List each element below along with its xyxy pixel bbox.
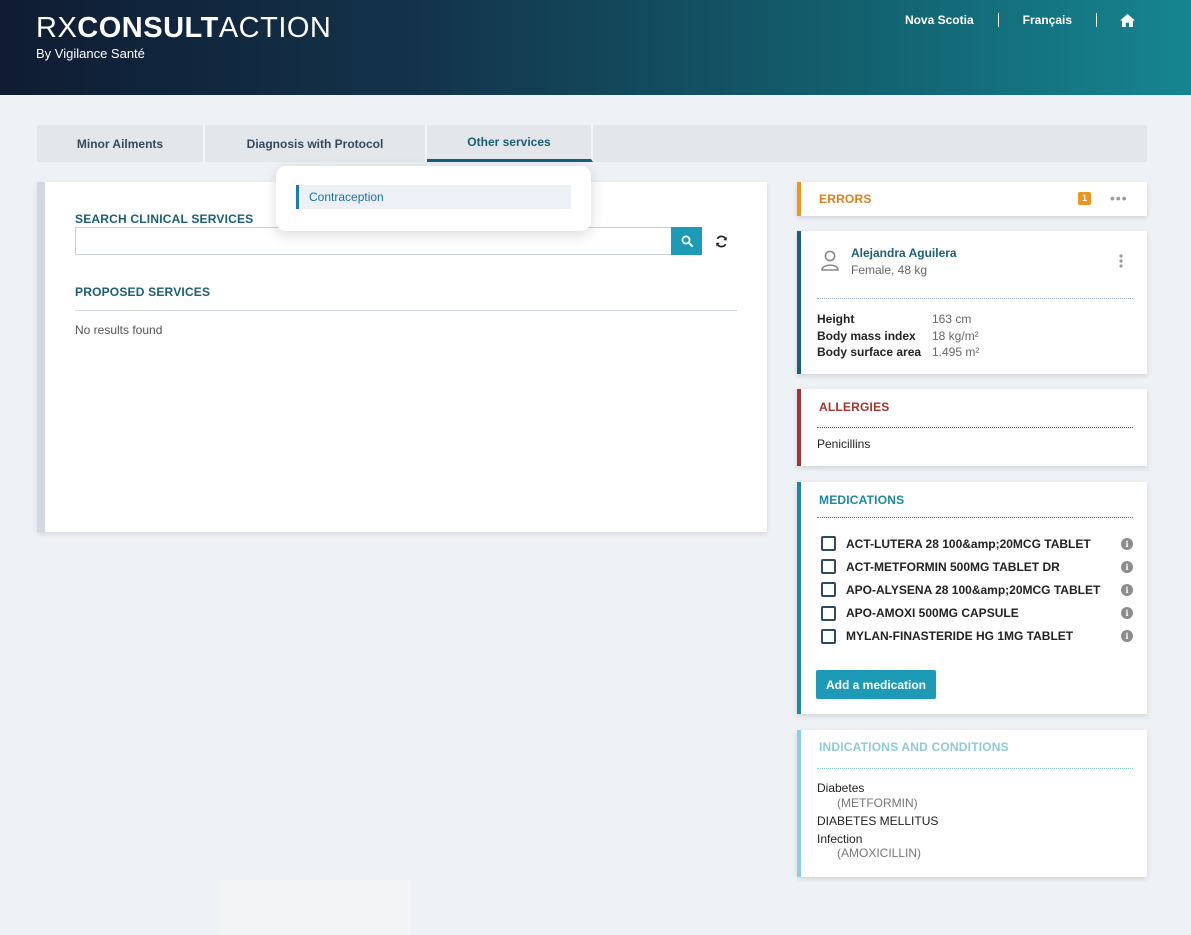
condition-name: Diabetes: [817, 781, 865, 795]
medication-checkbox[interactable]: [821, 536, 836, 552]
condition-name: DIABETES MELLITUS: [817, 813, 939, 828]
kebab-menu-icon[interactable]: [1119, 254, 1123, 271]
info-icon[interactable]: i: [1121, 560, 1133, 573]
condition-name: Infection: [817, 831, 863, 846]
metric-value: 1.495 m²: [932, 345, 980, 359]
medication-name: ACT-LUTERA 28 100&amp;20MCG TABLET: [846, 536, 1091, 551]
medication-name: ACT-METFORMIN 500MG TABLET DR: [846, 559, 1060, 574]
medication-list: ACT-LUTERA 28 100&amp;20MCG TABLET i ACT-…: [821, 532, 1133, 648]
allergies-title: ALLERGIES: [819, 400, 890, 414]
app-header: RXCONSULTACTION By Vigilance Santé Nova …: [0, 0, 1191, 95]
medications-title: MEDICATIONS: [819, 493, 905, 507]
patient-card: Alejandra Aguilera Female, 48 kg Height 1…: [797, 231, 1147, 374]
divider: [817, 517, 1133, 518]
metric-row-bsa: Body surface area 1.495 m²: [817, 344, 979, 361]
medication-name: MYLAN-FINASTERIDE HG 1MG TABLET: [846, 629, 1074, 644]
metric-value: 163 cm: [932, 312, 972, 326]
indications-card: INDICATIONS AND CONDITIONS Diabetes (MET…: [797, 730, 1147, 877]
condition-drug: (METFORMIN): [837, 795, 918, 810]
allergies-card: ALLERGIES Penicillins: [797, 389, 1147, 466]
brand-logo: RXCONSULTACTION By Vigilance Santé: [36, 12, 331, 61]
indications-title: INDICATIONS AND CONDITIONS: [819, 740, 1009, 754]
patient-metrics: Height 163 cm Body mass index 18 kg/m² Bod…: [817, 311, 979, 361]
patient-name[interactable]: Alejandra Aguilera: [851, 246, 957, 260]
tab-diagnosis-protocol[interactable]: Diagnosis with Protocol: [205, 125, 427, 162]
medication-name: APO-AMOXI 500MG CAPSULE: [846, 606, 1019, 621]
medication-checkbox[interactable]: [821, 559, 836, 575]
patient-details: Female, 48 kg: [851, 263, 928, 277]
divider: [817, 768, 1133, 769]
refresh-icon[interactable]: [713, 233, 729, 249]
info-icon[interactable]: i: [1121, 607, 1133, 620]
medication-row: APO-ALYSENA 28 100&amp;20MCG TABLET i: [821, 578, 1133, 601]
search-button[interactable]: [671, 227, 702, 255]
metric-label: Body mass index: [817, 328, 916, 343]
add-medication-button[interactable]: Add a medication: [816, 670, 937, 699]
errors-title: ERRORS: [819, 192, 872, 206]
user-icon: [821, 250, 839, 274]
allergy-item: Penicillins: [817, 437, 871, 451]
errors-card: ERRORS 1 •••: [797, 182, 1147, 216]
condition-drug: (AMOXICILLIN): [837, 846, 922, 860]
metric-label: Body surface area: [817, 345, 922, 359]
divider: [817, 427, 1133, 428]
medication-row: ACT-METFORMIN 500MG TABLET DR i: [821, 555, 1133, 578]
metric-value: 18 kg/m²: [932, 328, 979, 343]
home-icon[interactable]: [1097, 13, 1135, 27]
medications-card: MEDICATIONS ACT-LUTERA 28 100&amp;20MCG …: [797, 482, 1147, 714]
language-link[interactable]: Français: [999, 13, 1096, 27]
dropdown-item-contraception[interactable]: Contraception: [296, 185, 571, 209]
info-icon[interactable]: i: [1121, 537, 1133, 550]
info-icon[interactable]: i: [1121, 583, 1133, 596]
tab-other-services[interactable]: Other services: [427, 125, 593, 162]
indications-list: Diabetes (METFORMIN) DIABETES MELLITUS I…: [817, 781, 938, 861]
top-nav: Nova Scotia Français: [881, 13, 1135, 27]
service-tabs: Minor Ailments Diagnosis with Protocol O…: [37, 125, 1147, 162]
other-services-dropdown: Contraception: [276, 166, 591, 231]
metric-label: Height: [817, 312, 855, 326]
brand-subtitle: By Vigilance Santé: [36, 46, 145, 61]
province-link[interactable]: Nova Scotia: [881, 13, 998, 27]
medication-row: APO-AMOXI 500MG CAPSULE i: [821, 602, 1133, 625]
medication-row: ACT-LUTERA 28 100&amp;20MCG TABLET i: [821, 532, 1133, 555]
search-icon: [681, 235, 693, 247]
proposed-services-label: PROPOSED SERVICES: [75, 285, 211, 299]
more-options-icon[interactable]: •••: [1110, 190, 1128, 206]
divider: [817, 298, 1133, 299]
tab-minor-ailments[interactable]: Minor Ailments: [37, 125, 205, 162]
medication-checkbox[interactable]: [821, 582, 836, 598]
search-row: [75, 227, 729, 255]
background-panel: [220, 880, 410, 935]
medication-checkbox[interactable]: [821, 628, 836, 644]
metric-row-height: Height 163 cm: [817, 311, 979, 328]
main-panel: SEARCH CLINICAL SERVICES PROPOSED SERVIC…: [37, 182, 767, 532]
search-label: SEARCH CLINICAL SERVICES: [75, 212, 254, 226]
no-results-text: No results found: [75, 323, 163, 337]
medication-name: APO-ALYSENA 28 100&amp;20MCG TABLET: [846, 582, 1101, 597]
brand-title: RXCONSULTACTION: [36, 12, 332, 44]
medication-row: MYLAN-FINASTERIDE HG 1MG TABLET i: [821, 625, 1133, 648]
divider: [75, 310, 737, 311]
search-input[interactable]: [75, 227, 671, 255]
medication-checkbox[interactable]: [821, 605, 836, 621]
info-icon[interactable]: i: [1121, 630, 1133, 643]
metric-row-bmi: Body mass index 18 kg/m²: [817, 328, 979, 345]
errors-count-badge: 1: [1078, 192, 1091, 205]
